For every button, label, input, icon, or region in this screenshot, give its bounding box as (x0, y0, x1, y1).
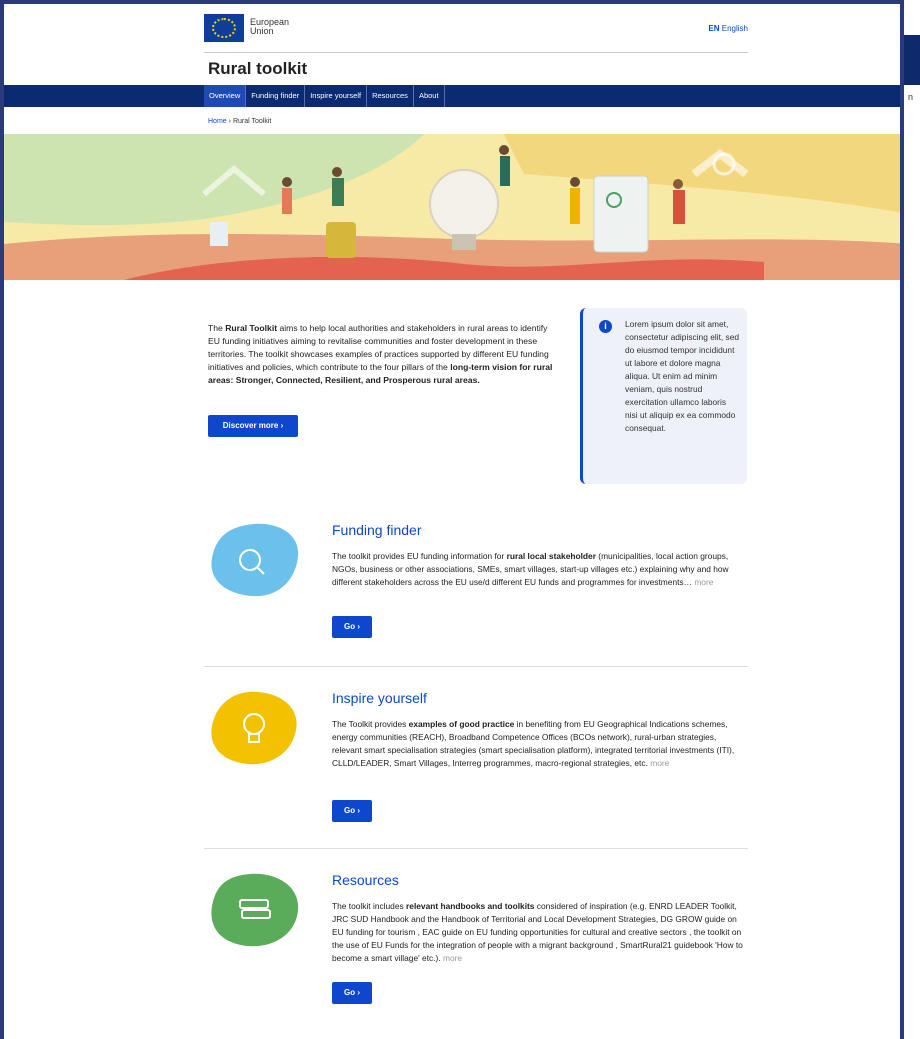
eu-flag-logo[interactable] (204, 14, 244, 42)
resources-blob (211, 873, 299, 947)
adjacent-window-label: n (908, 92, 914, 102)
resources-part-a: The toolkit includes (332, 901, 407, 911)
intro-rural-toolkit: Rural Toolkit (225, 323, 278, 333)
intro-text: The Rural Toolkit aims to help local aut… (208, 322, 556, 387)
eu-logo-text: European Union (250, 18, 289, 36)
language-selector[interactable]: EN English (708, 24, 748, 33)
browser-frame: European Union EN English Rural toolkit … (0, 0, 904, 1039)
funding-finder-part-a: The toolkit provides EU funding informat… (332, 551, 507, 561)
breadcrumb-home[interactable]: Home (208, 118, 227, 125)
adjacent-window-header (904, 35, 920, 85)
resources-title[interactable]: Resources (332, 872, 399, 888)
info-box: i Lorem ipsum dolor sit amet, consectetu… (580, 308, 747, 484)
funding-finder-blob (211, 523, 299, 597)
section-divider (204, 666, 748, 667)
nav-inspire-yourself[interactable]: Inspire yourself (305, 85, 368, 107)
resources-go-button[interactable]: Go › (332, 982, 372, 1004)
info-box-text: Lorem ipsum dolor sit amet, consectetur … (625, 319, 740, 433)
eu-line2: Union (250, 26, 274, 36)
inspire-yourself-bold: examples of good practice (408, 719, 515, 729)
inspire-yourself-more-link[interactable]: more (650, 758, 669, 768)
discover-more-button[interactable]: Discover more › (208, 415, 298, 437)
lang-name: English (721, 24, 748, 33)
inspire-yourself-part-a: The Toolkit provides (332, 719, 409, 729)
site-title[interactable]: Rural toolkit (208, 59, 307, 79)
breadcrumb-separator: › (228, 118, 231, 125)
hero-illustration-svg (4, 134, 900, 280)
inspire-yourself-text: The Toolkit provides examples of good pr… (332, 718, 748, 770)
nav-about[interactable]: About (414, 85, 445, 107)
hero-illustration (4, 134, 900, 280)
main-nav: Overview Funding finder Inspire yourself… (4, 85, 900, 107)
inspire-yourself-go-button[interactable]: Go › (332, 800, 372, 822)
resources-text: The toolkit includes relevant handbooks … (332, 900, 748, 965)
section-divider (204, 848, 748, 849)
funding-finder-title[interactable]: Funding finder (332, 522, 422, 538)
lang-code: EN (708, 24, 720, 33)
nav-overview[interactable]: Overview (204, 85, 247, 107)
info-icon: i (599, 320, 612, 333)
funding-finder-bold: rural local stakeholder (506, 551, 596, 561)
funding-finder-text: The toolkit provides EU funding informat… (332, 550, 748, 589)
nav-resources[interactable]: Resources (367, 85, 414, 107)
eu-stars-icon (212, 18, 236, 38)
resources-bold: relevant handbooks and toolkits (406, 901, 535, 911)
intro-part-a: The (208, 323, 226, 333)
inspire-yourself-blob (211, 691, 297, 765)
adjacent-window-strip: n (904, 0, 920, 1039)
resources-more-link[interactable]: more (443, 953, 462, 963)
breadcrumb-current: Rural Toolkit (232, 118, 272, 125)
inspire-yourself-title[interactable]: Inspire yourself (332, 690, 427, 706)
funding-finder-more-link[interactable]: more (694, 577, 713, 587)
nav-funding-finder[interactable]: Funding finder (246, 85, 306, 107)
funding-finder-go-button[interactable]: Go › (332, 616, 372, 638)
site-header: European Union EN English (204, 12, 748, 53)
breadcrumb: Home › Rural Toolkit (208, 118, 271, 125)
